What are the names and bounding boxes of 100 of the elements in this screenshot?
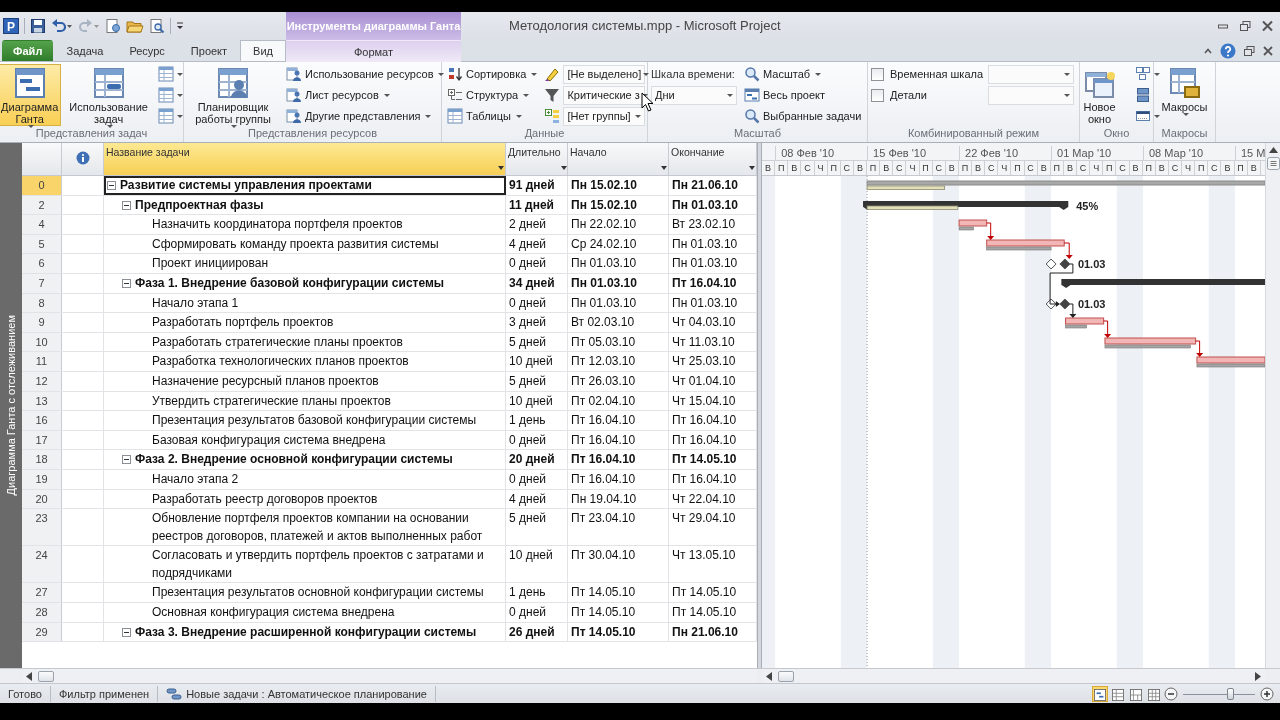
task-name: Согласовать и утвердить портфель проектов с затратами и подрядчиками — [152, 547, 485, 582]
ribbon-button[interactable]: Макросы — [1156, 64, 1213, 126]
table-chart-icon — [92, 67, 125, 99]
row-number[interactable]: 24 — [22, 546, 62, 583]
folder-icon[interactable] — [126, 18, 144, 34]
scroll-up-icon[interactable] — [1268, 147, 1278, 153]
filter-icon — [544, 87, 561, 103]
row-number[interactable]: 27 — [22, 583, 62, 603]
task-name: Базовая конфигурация система внедрена — [152, 431, 386, 449]
ribbon-tab[interactable]: Задача — [53, 40, 117, 61]
table-cell: Пт 14.05.10 — [568, 622, 669, 642]
ribbon-tab[interactable]: Вид — [240, 40, 286, 61]
scroll-thumb[interactable] — [778, 670, 794, 682]
milestone-diamond[interactable] — [1059, 298, 1071, 310]
zoom-out-icon[interactable] — [1164, 686, 1178, 701]
checkbox[interactable] — [871, 88, 884, 102]
save-icon[interactable] — [30, 18, 46, 34]
scroll-thumb[interactable] — [1266, 157, 1280, 170]
dropdown-field[interactable]: [Нет группы] — [563, 106, 646, 126]
row-number[interactable]: 16 — [22, 411, 62, 430]
baseline-milestone[interactable] — [1045, 258, 1057, 270]
task-bar[interactable] — [1065, 317, 1105, 325]
milestone-diamond[interactable] — [1059, 258, 1071, 270]
dropdown-field[interactable]: [Не выделено] — [563, 64, 646, 84]
summary-bar[interactable] — [1061, 279, 1265, 288]
view-button[interactable] — [1092, 685, 1108, 702]
row-number[interactable]: 4 — [22, 215, 62, 234]
scroll-right-icon[interactable] — [1255, 671, 1261, 681]
column-header[interactable]: Длительно — [506, 143, 568, 175]
ribbon-button[interactable]: Масштаб — [742, 64, 864, 84]
scroll-thumb[interactable] — [38, 670, 54, 682]
zoom-in-icon[interactable] — [1260, 686, 1274, 701]
ribbon-button[interactable]: Таблицы — [445, 106, 540, 126]
checkbox-label: Детали — [890, 89, 927, 101]
checkbox[interactable] — [871, 67, 884, 81]
day-label: В — [1155, 161, 1169, 175]
restore-icon[interactable] — [1239, 20, 1251, 32]
close-icon[interactable] — [1262, 44, 1274, 57]
column-header[interactable]: Название задачи — [104, 143, 506, 175]
collapse-icon[interactable] — [122, 278, 131, 288]
dropdown-field[interactable] — [988, 85, 1075, 105]
outline-icon — [447, 87, 463, 103]
restore-icon[interactable] — [1243, 44, 1255, 57]
dropdown-field[interactable] — [988, 64, 1075, 84]
undo-icon[interactable] — [51, 18, 73, 34]
table-cell: 5 дней — [506, 371, 568, 391]
ribbon-button[interactable]: Использование задач — [66, 64, 151, 126]
ribbon-button[interactable]: Использование ресурсов — [284, 64, 447, 84]
dropdown-field[interactable]: Дни — [651, 85, 737, 105]
row-number[interactable]: 18 — [22, 450, 62, 469]
vertical-scrollbar[interactable] — [1265, 143, 1280, 668]
ribbon-button[interactable]: Новое окно — [1071, 64, 1128, 126]
table-icon — [157, 87, 174, 103]
close-icon[interactable] — [1261, 20, 1274, 32]
day-label: С — [985, 161, 999, 175]
row-number[interactable]: 11 — [22, 352, 62, 371]
collapse-icon[interactable] — [122, 200, 131, 210]
help-icon[interactable] — [1220, 42, 1236, 59]
file-tab[interactable]: Файл — [2, 40, 54, 61]
ribbon-button[interactable]: Лист ресурсов — [284, 85, 447, 105]
ribbon-tab[interactable]: Проект — [177, 40, 241, 61]
preview-icon[interactable] — [149, 18, 165, 34]
task-mode-icon[interactable] — [166, 687, 183, 700]
table-cell: 5 дней — [506, 509, 568, 546]
table-cell: 10 дней — [506, 546, 568, 583]
ribbon-button[interactable]: Весь проект — [742, 85, 864, 105]
scroll-left-icon[interactable] — [26, 671, 32, 681]
row-number[interactable]: 6 — [22, 254, 62, 273]
row-number[interactable]: 28 — [22, 603, 62, 622]
baseline-bar — [958, 226, 974, 231]
table-cell: Пт 14.05.10 — [568, 603, 669, 622]
ribbon-button[interactable]: Выбранные задачи — [742, 106, 864, 126]
zoom-slider[interactable] — [1183, 687, 1255, 700]
split-icon — [1134, 87, 1151, 103]
day-label: С — [1168, 161, 1182, 175]
ribbon-button[interactable]: Планировщик работы группы — [187, 64, 279, 126]
ribbon-button[interactable]: Сортировка — [445, 64, 540, 84]
field-label: Шкала времени: — [651, 67, 736, 82]
slider-thumb[interactable] — [1226, 687, 1234, 700]
caret-icon — [661, 166, 667, 170]
ribbon-tab[interactable]: Ресурс — [116, 40, 178, 61]
dropdown-field[interactable]: Критические з — [563, 85, 646, 105]
ribbon-button[interactable]: Другие представления — [284, 106, 447, 126]
column-header[interactable]: Начало — [568, 143, 669, 175]
task-bar[interactable] — [958, 219, 988, 227]
row-number[interactable]: 0 — [22, 176, 62, 195]
ribbon-button[interactable]: Диаграмма Ганта — [0, 64, 62, 126]
table-cell: Вт 02.03.10 — [568, 313, 669, 332]
windows-icon — [1134, 66, 1151, 82]
row-number[interactable]: 23 — [22, 509, 62, 546]
ribbon-tab[interactable]: Формат — [286, 40, 461, 62]
collapse-icon[interactable] — [107, 181, 116, 190]
collapse-icon[interactable] — [122, 627, 131, 637]
collapse-icon[interactable] — [122, 455, 131, 465]
document-icon[interactable] — [105, 18, 121, 34]
ribbon-button[interactable]: Структура — [445, 85, 540, 105]
bar-label: 01.03 — [1077, 298, 1106, 310]
week-label: 01 Мар '10 — [1051, 146, 1143, 161]
row-number[interactable]: 9 — [22, 313, 62, 332]
scroll-left-icon[interactable] — [766, 671, 772, 681]
